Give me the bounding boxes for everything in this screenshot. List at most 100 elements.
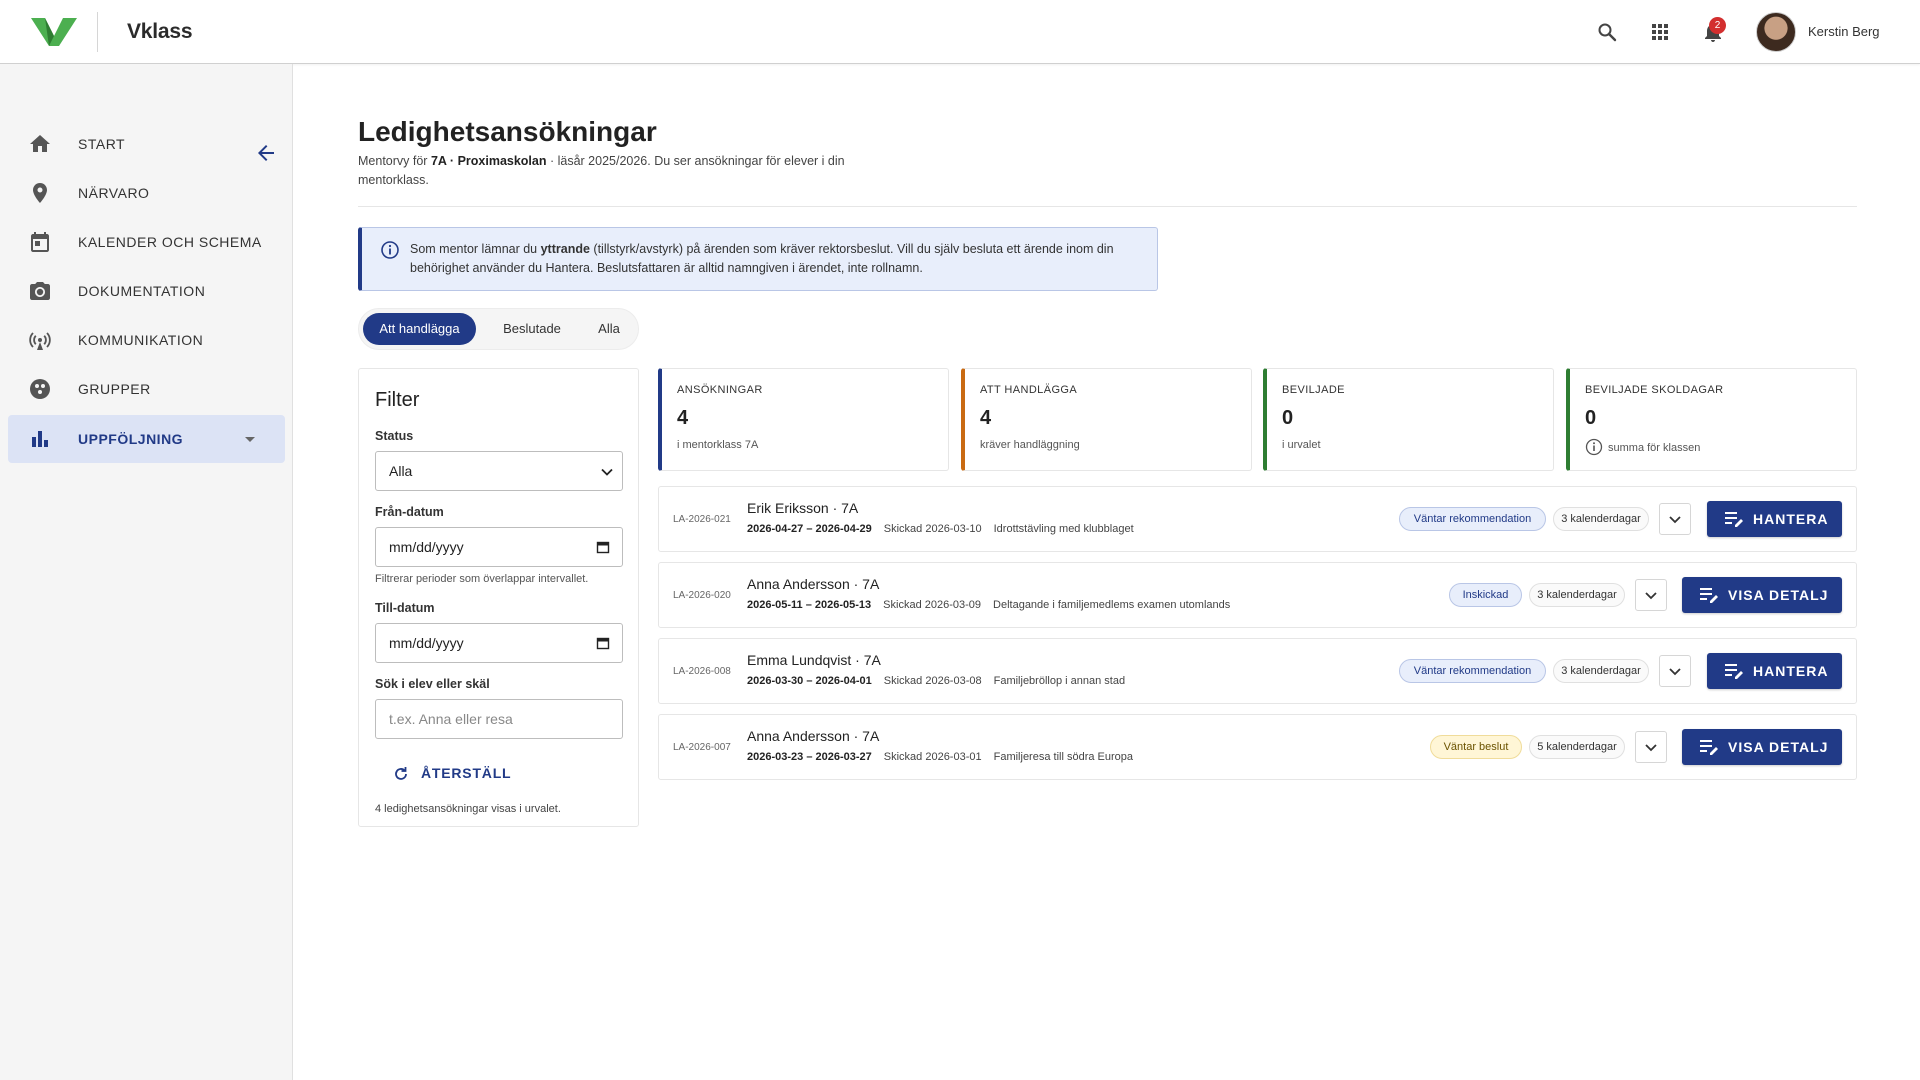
stat-label: BEVILJADE: [1282, 384, 1345, 396]
stat-card-ansokningar: ANSÖKNINGAR 4 i mentorklass 7A: [658, 368, 949, 471]
status-badge: Väntar rekommendation: [1399, 659, 1546, 683]
apps-grid-icon[interactable]: [1648, 20, 1672, 44]
expand-button[interactable]: [1635, 731, 1667, 763]
sidebar-item-kommunikation[interactable]: KOMMUNIKATION: [8, 316, 285, 364]
leave-period: 2026-03-30 – 2026-04-01: [747, 675, 872, 687]
sidebar-item-uppfoljning[interactable]: UPPFÖLJNING: [8, 415, 285, 463]
bar-chart-icon: [32, 431, 48, 447]
days-badge: 5 kalenderdagar: [1529, 735, 1625, 759]
stat-value: 4: [677, 407, 689, 429]
status-label: Status: [375, 429, 414, 443]
sent-date: Skickad 2026-03-10: [883, 523, 982, 535]
sidebar-item-dokumentation[interactable]: DOKUMENTATION: [8, 267, 285, 315]
expand-button[interactable]: [1635, 579, 1667, 611]
stat-value: 4: [980, 407, 992, 429]
leave-reason: Idrottstävling med klubblaget: [993, 523, 1134, 535]
stat-sub: i urvalet: [1282, 439, 1321, 451]
vklass-logo[interactable]: [31, 16, 77, 48]
application-details: 2026-05-11 – 2026-05-13 Skickad 2026-03-0…: [747, 599, 1242, 611]
page-subtitle: Mentorvy för 7A · Proximaskolan · läsår …: [358, 152, 848, 190]
divider: [358, 206, 1857, 207]
sidebar-item-label: START: [78, 136, 126, 152]
chevron-down-icon: [1645, 744, 1657, 752]
application-row[interactable]: LA-2026-008 Emma Lundqvist · 7A 2026-03-…: [658, 638, 1857, 704]
sent-date: Skickad 2026-03-09: [883, 599, 982, 611]
stat-value: 0: [1585, 407, 1597, 429]
action-label: HANTERA: [1753, 511, 1829, 527]
broadcast-icon: [29, 332, 51, 350]
tab-alla[interactable]: Alla: [584, 313, 634, 345]
chevron-down-icon: [1669, 516, 1681, 524]
search-input[interactable]: t.ex. Anna eller resa: [375, 699, 623, 739]
expand-button[interactable]: [1659, 655, 1691, 687]
info-text-bold: yttrande: [540, 242, 590, 256]
subtitle-class: 7A: [430, 154, 447, 168]
sidebar-item-label: DOKUMENTATION: [78, 283, 206, 299]
avatar[interactable]: [1756, 12, 1796, 52]
calendar-icon[interactable]: [596, 540, 610, 554]
to-date-input[interactable]: mm/dd/yyyy: [375, 623, 623, 663]
stat-sub: i mentorklass 7A: [677, 439, 759, 451]
student-name: Anna Andersson · 7A: [747, 728, 880, 744]
calendar-icon[interactable]: [596, 636, 610, 650]
search-icon[interactable]: [1595, 20, 1619, 44]
sidebar-item-start[interactable]: START: [8, 120, 285, 168]
sidebar-item-kalender[interactable]: KALENDER OCH SCHEMA: [8, 218, 285, 266]
edit-list-icon: [1725, 512, 1743, 527]
stat-label: ATT HANDLÄGGA: [980, 384, 1078, 396]
stat-card-beviljade-skoldagar: BEVILJADE SKOLDAGAR 0 summa för klassen: [1566, 368, 1857, 471]
application-row[interactable]: LA-2026-020 Anna Andersson · 7A 2026-05-…: [658, 562, 1857, 628]
reset-button[interactable]: ÅTERSTÄLL: [375, 757, 511, 789]
expand-button[interactable]: [1659, 503, 1691, 535]
action-label: VISA DETALJ: [1728, 587, 1829, 603]
chevron-down-icon: [601, 468, 613, 476]
tab-beslutade[interactable]: Beslutade: [482, 313, 582, 345]
leave-period: 2026-04-27 – 2026-04-29: [747, 523, 872, 535]
days-badge: 3 kalenderdagar: [1529, 583, 1625, 607]
hantera-button[interactable]: HANTERA: [1707, 501, 1842, 537]
notification-count-badge: 2: [1709, 17, 1726, 34]
view-tabs: Att handlägga Beslutade Alla: [358, 308, 639, 350]
sidebar-item-narvaro[interactable]: NÄRVARO: [8, 169, 285, 217]
edit-list-icon: [1700, 588, 1718, 603]
from-date-label: Från-datum: [375, 505, 444, 519]
application-id: LA-2026-021: [673, 514, 731, 525]
info-text: Som mentor lämnar du yttrande (tillstyrk…: [410, 240, 1150, 278]
chevron-down-icon: [1669, 668, 1681, 676]
info-icon[interactable]: [1585, 438, 1603, 456]
application-row[interactable]: LA-2026-021 Erik Eriksson · 7A 2026-04-2…: [658, 486, 1857, 552]
visa-detalj-button[interactable]: VISA DETALJ: [1682, 577, 1842, 613]
mentor-info-alert: Som mentor lämnar du yttrande (tillstyrk…: [358, 227, 1158, 291]
visa-detalj-button[interactable]: VISA DETALJ: [1682, 729, 1842, 765]
edit-list-icon: [1725, 664, 1743, 679]
days-badge: 3 kalenderdagar: [1553, 659, 1649, 683]
sidebar-item-grupper[interactable]: GRUPPER: [8, 365, 285, 413]
application-row[interactable]: LA-2026-007 Anna Andersson · 7A 2026-03-…: [658, 714, 1857, 780]
sent-date: Skickad 2026-03-08: [883, 675, 982, 687]
application-id: LA-2026-007: [673, 742, 731, 753]
app-name: Vklass: [127, 20, 193, 43]
action-label: HANTERA: [1753, 663, 1829, 679]
application-id: LA-2026-020: [673, 590, 731, 601]
stat-value: 0: [1282, 407, 1294, 429]
top-bar: Vklass 2 Kerstin Berg: [0, 0, 1920, 64]
refresh-icon: [395, 767, 407, 780]
page-title: Ledighetsansökningar: [358, 116, 657, 147]
user-name[interactable]: Kerstin Berg: [1808, 24, 1880, 39]
status-select[interactable]: Alla: [375, 451, 623, 491]
info-text-prefix: Som mentor lämnar du: [410, 242, 541, 256]
leave-period: 2026-03-23 – 2026-03-27: [747, 751, 872, 763]
hantera-button[interactable]: HANTERA: [1707, 653, 1842, 689]
caret-down-icon[interactable]: [238, 427, 262, 451]
result-count-text: 4 ledighetsansökningar visas i urvalet.: [375, 803, 561, 815]
sidebar-item-label: GRUPPER: [78, 381, 151, 397]
days-badge: 3 kalenderdagar: [1553, 507, 1649, 531]
home-icon: [30, 135, 50, 152]
from-date-placeholder: mm/dd/yyyy: [389, 539, 464, 555]
to-date-label: Till-datum: [375, 601, 435, 615]
from-date-input[interactable]: mm/dd/yyyy: [375, 527, 623, 567]
student-name: Emma Lundqvist · 7A: [747, 652, 881, 668]
filter-panel: Filter Status Alla Från-datum mm/dd/yyyy…: [358, 368, 639, 827]
tab-att-handlagga[interactable]: Att handlägga: [363, 313, 476, 345]
subtitle-school: Proximaskolan: [457, 154, 547, 168]
